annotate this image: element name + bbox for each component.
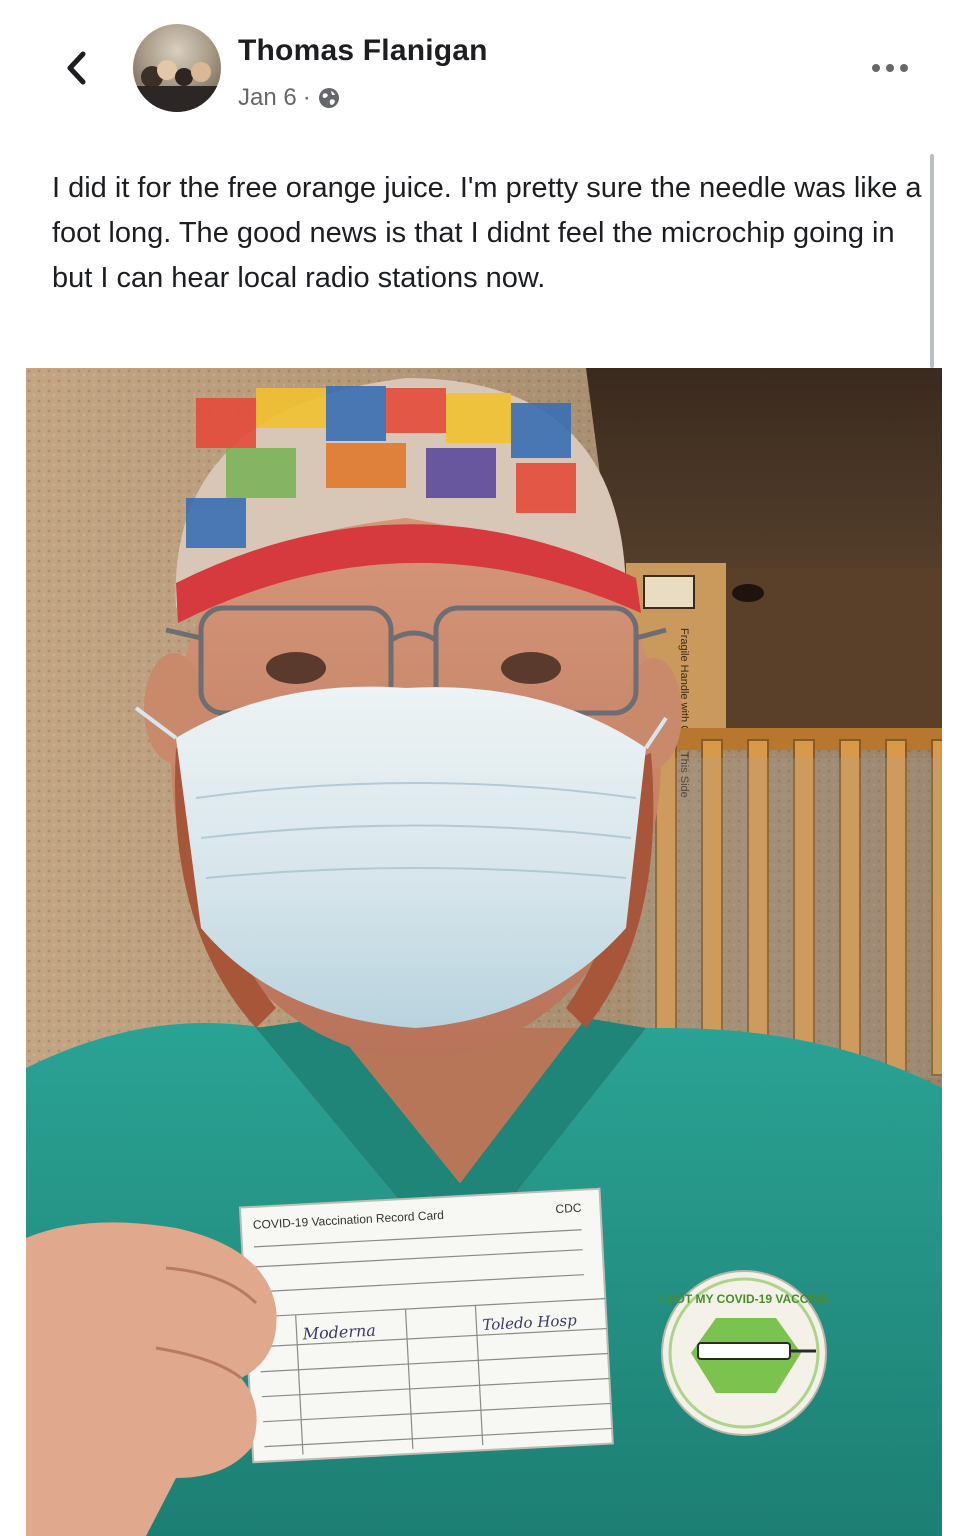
globe-icon	[318, 88, 339, 108]
sticker-text: I GOT MY COVID-19 VACCINE	[660, 1292, 829, 1306]
avatar[interactable]	[133, 24, 221, 112]
author-name[interactable]: Thomas Flanigan	[238, 34, 488, 68]
selfie-image: Fragile Handle with Care This Side COVID…	[26, 368, 942, 1536]
post-meta: Jan 6 ·	[238, 84, 341, 112]
post-date[interactable]: Jan 6	[238, 84, 297, 112]
card-vaccine-entry: Moderna	[301, 1321, 376, 1344]
meta-separator: ·	[302, 84, 311, 111]
vaccination-card: COVID-19 Vaccination Record Card CDC Mod…	[238, 1187, 614, 1464]
more-options-button[interactable]	[862, 50, 918, 86]
vaccine-sticker: I GOT MY COVID-19 VACCINE	[660, 1270, 829, 1436]
more-horizontal-icon	[872, 64, 908, 72]
post-photo[interactable]: Fragile Handle with Care This Side COVID…	[26, 368, 942, 1536]
chevron-left-icon	[67, 51, 86, 85]
back-button[interactable]	[56, 46, 96, 90]
post-text: I did it for the free orange juice. I'm …	[52, 172, 922, 294]
card-logo: CDC	[555, 1201, 582, 1216]
scrollbar[interactable]	[930, 154, 934, 368]
post-header: Thomas Flanigan Jan 6 ·	[0, 0, 961, 140]
